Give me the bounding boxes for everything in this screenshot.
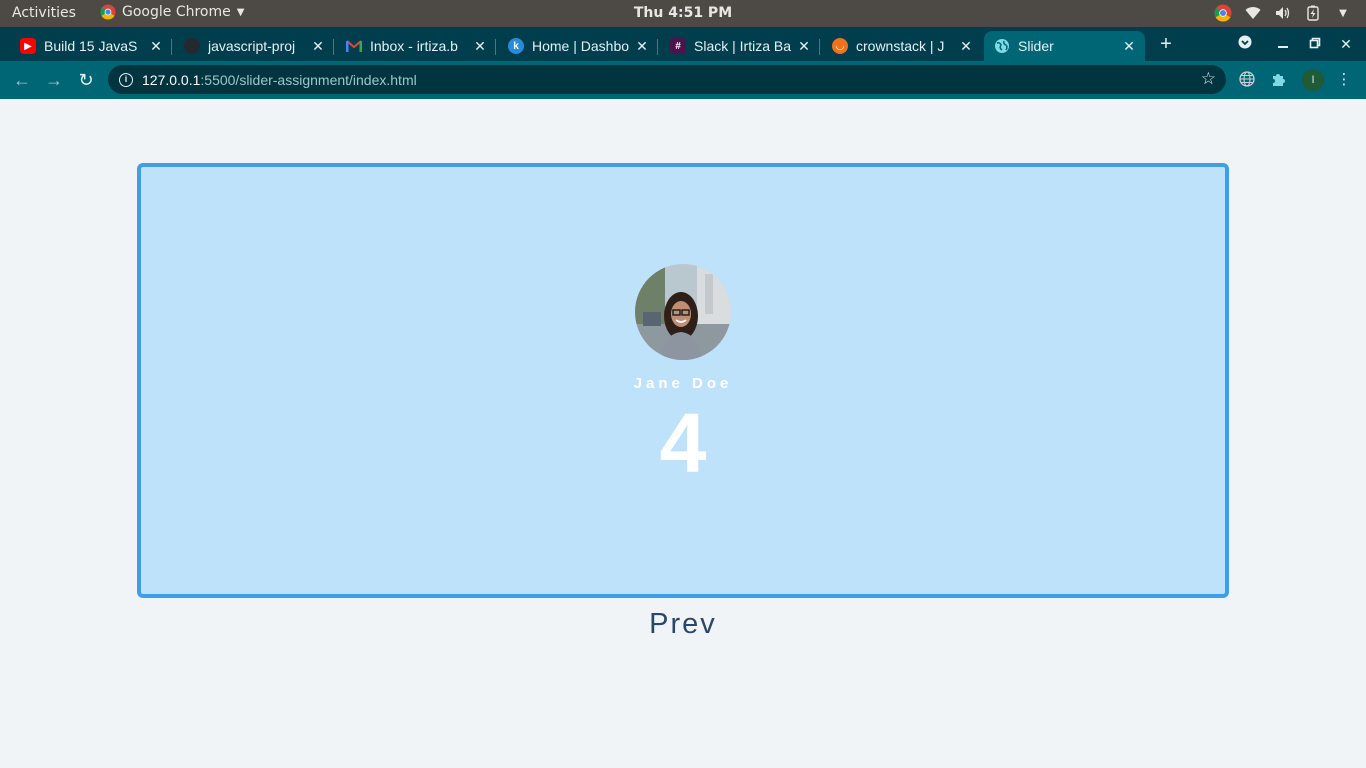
tab-title: Build 15 JavaS <box>44 38 138 54</box>
activities-button[interactable]: Activities <box>12 5 76 21</box>
close-icon[interactable]: ✕ <box>958 38 974 55</box>
person-name: Jane Doe <box>633 375 733 392</box>
chrome-icon <box>100 4 116 20</box>
extensions-puzzle-icon[interactable] <box>1270 71 1288 89</box>
slack-icon: # <box>670 38 686 54</box>
reload-icon[interactable]: ↻ <box>75 69 97 91</box>
close-icon[interactable]: ✕ <box>310 38 326 55</box>
slider-card: Jane Doe 4 <box>137 163 1229 598</box>
tab-title: Inbox - irtiza.b <box>370 38 458 54</box>
tab-dashboard[interactable]: k Home | Dashbo ✕ <box>488 31 658 61</box>
address-bar[interactable]: i 127.0.0.1:5500/slider-assignment/index… <box>108 65 1226 94</box>
clock[interactable]: Thu 4:51 PM <box>634 5 732 21</box>
tab-slider[interactable]: Slider ✕ <box>984 31 1145 61</box>
close-icon[interactable]: ✕ <box>796 38 812 55</box>
close-icon[interactable]: ✕ <box>148 38 164 55</box>
crownstack-icon: ◡ <box>832 38 848 54</box>
close-icon[interactable]: ✕ <box>634 38 650 55</box>
tab-github[interactable]: javascript-proj ✕ <box>164 31 334 61</box>
github-icon <box>184 38 200 54</box>
tab-gmail[interactable]: Inbox - irtiza.b ✕ <box>326 31 496 61</box>
restore-icon[interactable] <box>1305 34 1325 54</box>
power-menu-caret-icon[interactable]: ▼ <box>1334 4 1352 22</box>
close-icon[interactable]: ✕ <box>472 38 488 55</box>
chrome-tray-icon[interactable] <box>1214 4 1232 22</box>
system-tray[interactable]: ▼ <box>1214 4 1352 22</box>
close-icon[interactable]: ✕ <box>1121 38 1137 55</box>
tab-youtube[interactable]: ▶ Build 15 JavaS ✕ <box>0 31 172 61</box>
tab-title: Home | Dashbo <box>532 38 630 54</box>
gmail-icon <box>346 38 362 54</box>
site-info-icon[interactable]: i <box>119 72 133 87</box>
tab-title: Slider <box>1018 38 1054 54</box>
browser-toolbar: ← → ↻ i 127.0.0.1:5500/slider-assignment… <box>0 61 1366 99</box>
minimize-icon[interactable] <box>1273 34 1293 54</box>
url-host: 127.0.0.1 <box>142 71 201 88</box>
slide-number: 4 <box>659 396 707 490</box>
globe-extension-icon[interactable] <box>1238 71 1256 89</box>
tab-slack[interactable]: # Slack | Irtiza Ba ✕ <box>650 31 820 61</box>
tab-title: Slack | Irtiza Ba <box>694 38 792 54</box>
back-arrow-icon[interactable]: ← <box>11 69 33 91</box>
more-menu-icon[interactable]: ⋮ <box>1335 71 1353 89</box>
youtube-icon: ▶ <box>20 38 36 54</box>
volume-icon[interactable] <box>1274 4 1292 22</box>
system-top-bar: Activities Google Chrome ▼ Thu 4:51 PM ▼ <box>0 0 1366 27</box>
bookmark-star-icon[interactable]: ☆ <box>1201 69 1216 89</box>
tab-crownstack[interactable]: ◡ crownstack | J ✕ <box>812 31 982 61</box>
new-tab-button[interactable]: + <box>1156 34 1176 54</box>
url-path: :5500/slider-assignment/index.html <box>200 71 417 88</box>
wifi-icon[interactable] <box>1244 4 1262 22</box>
app-name: Google Chrome <box>122 4 231 20</box>
prev-button[interactable]: Prev <box>0 608 1366 641</box>
globe-icon <box>994 38 1010 54</box>
tab-search-icon[interactable] <box>1235 34 1255 54</box>
app-menu[interactable]: Google Chrome ▼ <box>100 4 244 20</box>
tab-title: crownstack | J <box>856 38 945 54</box>
battery-icon[interactable] <box>1304 4 1322 22</box>
tab-title: javascript-proj <box>208 38 296 54</box>
avatar <box>635 264 731 360</box>
forward-arrow-icon[interactable]: → <box>43 69 65 91</box>
tab-strip: ▶ Build 15 JavaS ✕ javascript-proj ✕ Inb… <box>0 27 1366 61</box>
profile-avatar[interactable]: I <box>1302 69 1324 91</box>
chevron-down-icon: ▼ <box>236 6 245 18</box>
window-close-icon[interactable]: ✕ <box>1336 34 1356 54</box>
k-icon: k <box>508 38 524 54</box>
